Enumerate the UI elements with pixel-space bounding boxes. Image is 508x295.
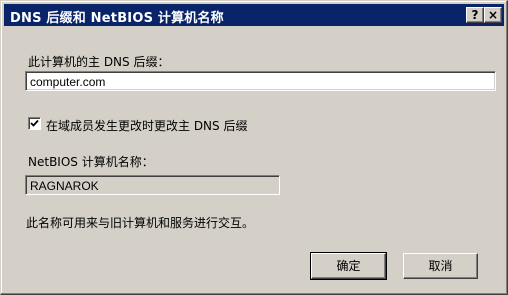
change-suffix-checkbox[interactable] bbox=[28, 117, 41, 130]
netbios-label: NetBIOS 计算机名称： bbox=[28, 155, 154, 169]
ok-button[interactable]: 确定 bbox=[310, 252, 387, 280]
dns-suffix-label: 此计算机的主 DNS 后缀： bbox=[28, 55, 170, 69]
cancel-button[interactable]: 取消 bbox=[403, 253, 478, 279]
help-button[interactable]: ? bbox=[466, 7, 484, 23]
dns-suffix-input[interactable]: computer.com bbox=[25, 71, 496, 91]
checkmark-icon bbox=[30, 119, 39, 127]
title-bar[interactable]: DNS 后缀和 NetBIOS 计算机名称 ? × bbox=[4, 4, 504, 26]
netbios-name-field: RAGNAROK bbox=[25, 175, 280, 195]
dialog-window: DNS 后缀和 NetBIOS 计算机名称 ? × 此计算机的主 DNS 后缀：… bbox=[0, 0, 508, 295]
change-suffix-label[interactable]: 在域成员发生更改时更改主 DNS 后缀 bbox=[46, 117, 247, 134]
close-button[interactable]: × bbox=[484, 7, 502, 23]
window-title: DNS 后缀和 NetBIOS 计算机名称 bbox=[10, 11, 224, 26]
info-text: 此名称可用来与旧计算机和服务进行交互。 bbox=[26, 216, 255, 230]
